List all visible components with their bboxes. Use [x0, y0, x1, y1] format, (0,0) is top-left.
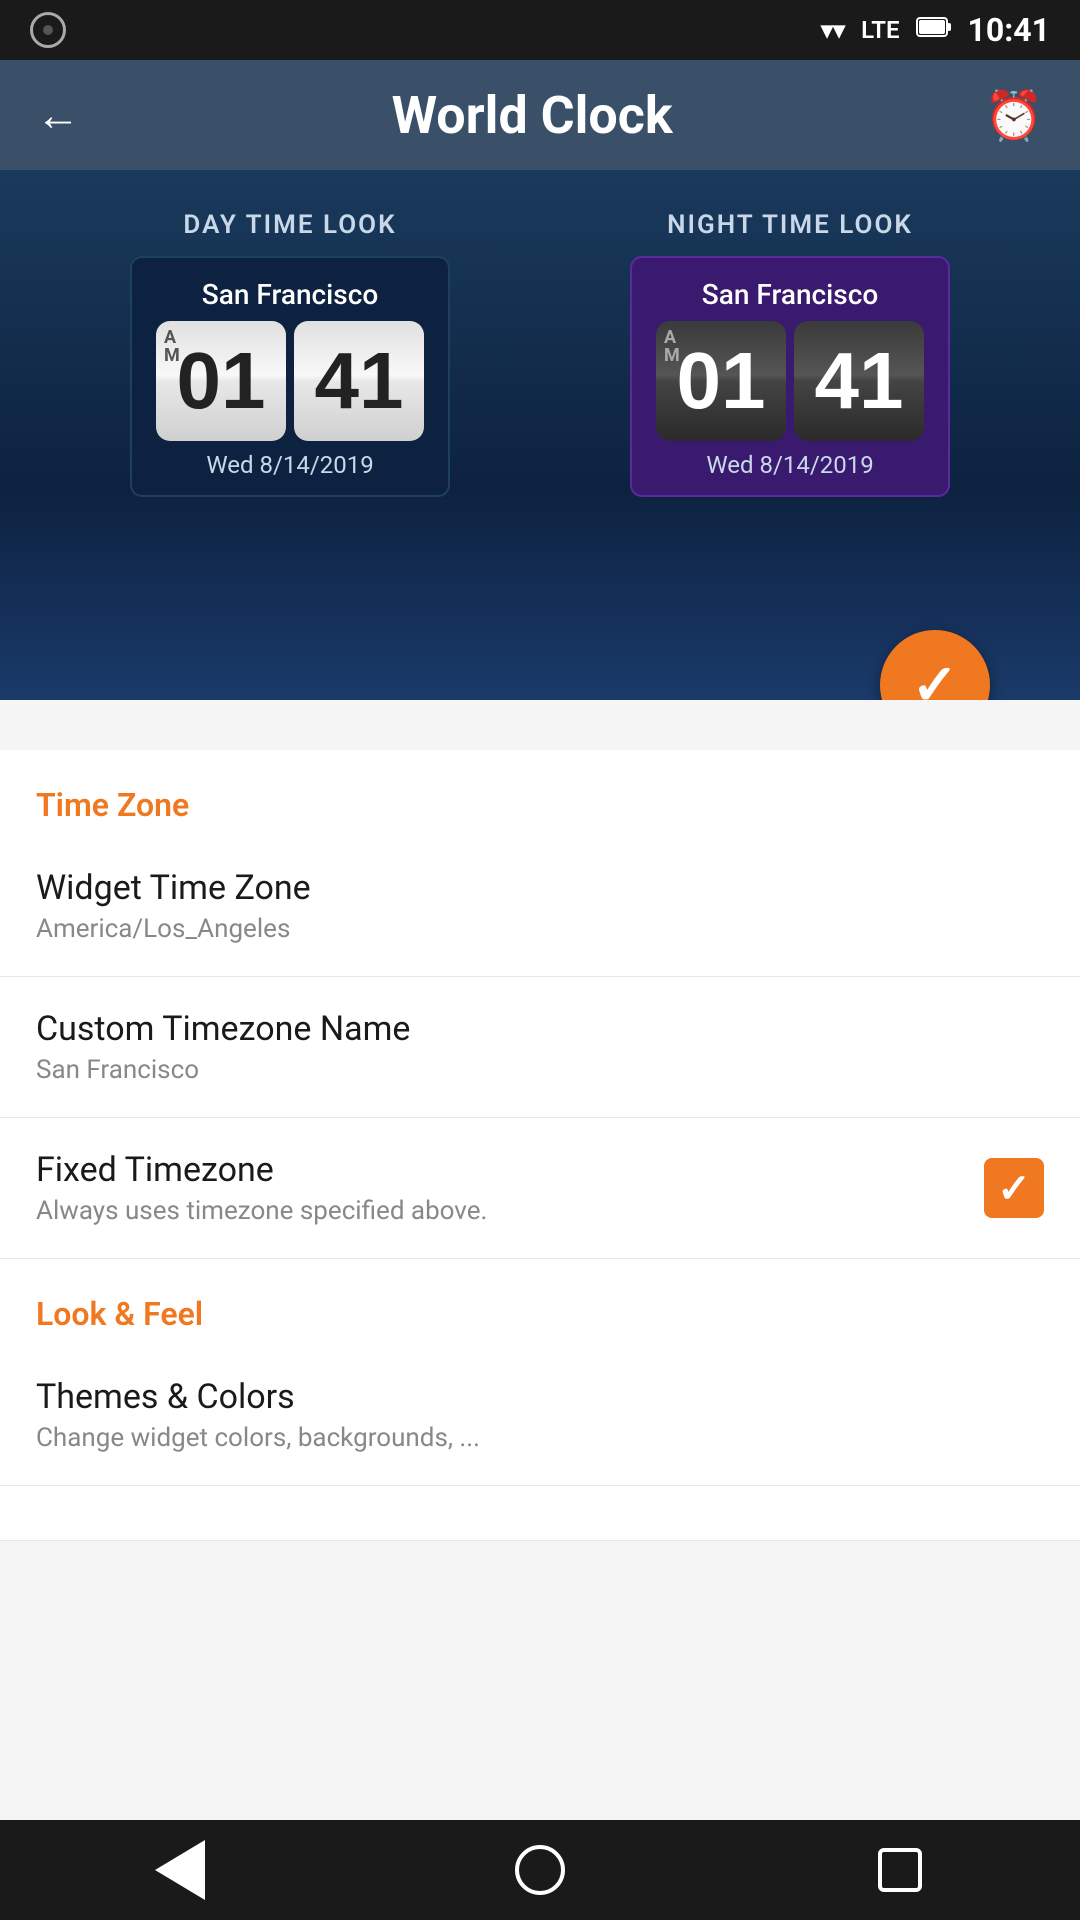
checkbox-check-icon: ✓	[997, 1165, 1031, 1212]
nav-back-button[interactable]	[140, 1830, 220, 1910]
themes-colors-title: Themes & Colors	[36, 1377, 1044, 1417]
night-clock-digits: AM 01 41	[656, 321, 924, 441]
nav-home-icon	[515, 1845, 565, 1895]
night-time-preview: NIGHT TIME LOOK San Francisco AM 01 41 W…	[630, 210, 950, 497]
night-clock-widget: San Francisco AM 01 41 Wed 8/14/2019	[630, 256, 950, 497]
back-button[interactable]: ←	[36, 89, 80, 141]
fixed-timezone-item[interactable]: Fixed Timezone Always uses timezone spec…	[0, 1118, 1080, 1259]
night-minute-block: 41	[794, 321, 924, 441]
custom-timezone-title: Custom Timezone Name	[36, 1009, 1044, 1049]
widget-timezone-item[interactable]: Widget Time Zone America/Los_Angeles	[0, 836, 1080, 977]
day-clock-digits: AM 01 41	[156, 321, 424, 441]
night-minute-value: 41	[815, 335, 904, 427]
fixed-timezone-title: Fixed Timezone	[36, 1150, 984, 1190]
night-hour-value: 01	[677, 335, 766, 427]
day-minute-block: 41	[294, 321, 424, 441]
day-time-preview: DAY TIME LOOK San Francisco AM 01 41 Wed…	[130, 210, 450, 497]
lte-icon: LTE	[861, 16, 899, 44]
themes-colors-item[interactable]: Themes & Colors Change widget colors, ba…	[0, 1345, 1080, 1486]
night-date: Wed 8/14/2019	[706, 451, 873, 479]
app-bar: ← World Clock ⏰	[0, 60, 1080, 170]
nav-recents-icon	[878, 1848, 922, 1892]
day-hour-block: AM 01	[156, 321, 286, 441]
status-time: 10:41	[968, 11, 1050, 49]
night-hour-block: AM 01	[656, 321, 786, 441]
nav-recents-button[interactable]	[860, 1830, 940, 1910]
fixed-timezone-checkbox[interactable]: ✓	[984, 1158, 1044, 1218]
widget-timezone-subtitle: America/Los_Angeles	[36, 914, 1044, 944]
day-clock-widget: San Francisco AM 01 41 Wed 8/14/2019	[130, 256, 450, 497]
status-bar-left	[30, 12, 66, 48]
nav-bar	[0, 1820, 1080, 1920]
timezone-section-header: Time Zone	[0, 750, 1080, 836]
day-label: DAY TIME LOOK	[183, 210, 396, 240]
day-city-name: San Francisco	[202, 278, 378, 311]
day-minute-value: 41	[315, 335, 404, 427]
custom-timezone-subtitle: San Francisco	[36, 1055, 1044, 1085]
widget-timezone-text: Widget Time Zone America/Los_Angeles	[36, 868, 1044, 944]
lookfeel-section-header: Look & Feel	[0, 1259, 1080, 1345]
themes-colors-subtitle: Change widget colors, backgrounds, ...	[36, 1423, 1044, 1453]
status-bar: ▾▾ LTE 10:41	[0, 0, 1080, 60]
preview-section: DAY TIME LOOK San Francisco AM 01 41 Wed…	[0, 170, 1080, 700]
day-am-indicator: AM	[164, 329, 180, 365]
alarm-icon[interactable]: ⏰	[984, 87, 1044, 144]
fixed-timezone-text: Fixed Timezone Always uses timezone spec…	[36, 1150, 984, 1226]
partial-item	[0, 1486, 1080, 1541]
day-date: Wed 8/14/2019	[206, 451, 373, 479]
settings-list: Time Zone Widget Time Zone America/Los_A…	[0, 750, 1080, 1541]
check-icon: ✓	[912, 652, 959, 700]
widget-timezone-title: Widget Time Zone	[36, 868, 1044, 908]
page-title: World Clock	[392, 85, 673, 146]
night-am-indicator: AM	[664, 329, 680, 365]
themes-colors-text: Themes & Colors Change widget colors, ba…	[36, 1377, 1044, 1453]
battery-icon	[916, 16, 952, 44]
night-label: NIGHT TIME LOOK	[667, 210, 913, 240]
night-city-name: San Francisco	[702, 278, 878, 311]
custom-timezone-text: Custom Timezone Name San Francisco	[36, 1009, 1044, 1085]
day-hour-value: 01	[177, 335, 266, 427]
fixed-timezone-subtitle: Always uses timezone specified above.	[36, 1196, 984, 1226]
confirm-fab[interactable]: ✓	[880, 630, 990, 700]
wifi-icon: ▾▾	[821, 16, 845, 44]
custom-timezone-item[interactable]: Custom Timezone Name San Francisco	[0, 977, 1080, 1118]
nav-back-icon	[155, 1840, 205, 1900]
status-bar-right: ▾▾ LTE 10:41	[821, 11, 1050, 49]
camera-icon	[30, 12, 66, 48]
nav-home-button[interactable]	[500, 1830, 580, 1910]
